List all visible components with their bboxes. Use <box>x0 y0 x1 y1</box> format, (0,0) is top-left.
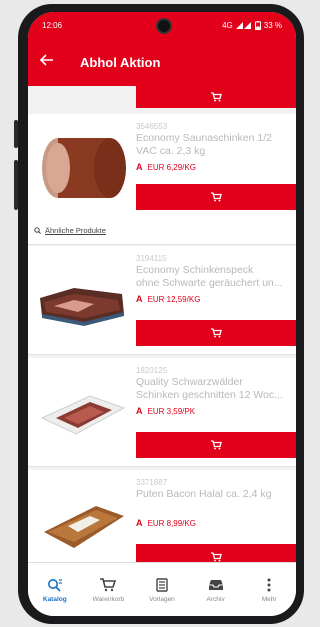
product-name[interactable]: ohne Schwarte geräuchert un... <box>136 277 292 290</box>
app-screen: 12:06 4G 33 % Abhol Aktion 3546553 Econo… <box>28 12 296 616</box>
add-to-cart-button[interactable] <box>136 544 296 562</box>
nav-katalog[interactable]: Katalog <box>28 563 82 616</box>
product-image[interactable] <box>34 366 130 452</box>
nav-archiv[interactable]: Archiv <box>189 563 243 616</box>
phone-side-button <box>14 120 18 148</box>
product-sku: 3371887 <box>136 478 168 487</box>
back-arrow-icon[interactable] <box>39 53 68 71</box>
battery-icon <box>254 20 261 30</box>
product-card[interactable]: 3371887 Puten Bacon Halal ca. 2,4 kg A E… <box>28 470 296 562</box>
similar-products-label: Ähnliche Produkte <box>45 226 106 235</box>
product-price: A EUR 12,59/KG <box>136 294 292 304</box>
product-card[interactable]: 3194115 Economy Schinkenspeck ohne Schwa… <box>28 246 296 355</box>
more-icon <box>267 578 271 591</box>
app-bar: Abhol Aktion <box>28 38 296 86</box>
product-sku: 1820125 <box>136 366 168 375</box>
cart-icon <box>210 192 222 202</box>
status-time: 12:06 <box>42 20 63 30</box>
archive-icon <box>208 579 223 590</box>
cart-icon <box>210 552 222 562</box>
product-name[interactable]: Quality Schwarzwälder <box>136 376 292 389</box>
nav-vorlagen[interactable]: Vorlagen <box>135 563 189 616</box>
similar-products-link[interactable]: Ähnliche Produkte <box>34 226 106 235</box>
promo-a-icon: A <box>136 518 143 528</box>
product-image[interactable] <box>34 122 130 208</box>
product-name[interactable]: Schinken geschnitten 12 Woc... <box>136 389 292 402</box>
product-sku: 3194115 <box>136 254 167 263</box>
product-name[interactable]: Economy Saunaschinken 1/2 <box>136 132 292 145</box>
bottom-navigation: Katalog Warenkorb Vorlagen Archiv Mehr <box>28 562 296 616</box>
search-icon <box>34 227 41 234</box>
add-to-cart-button[interactable] <box>136 184 296 210</box>
product-card[interactable]: 3546553 Economy Saunaschinken 1/2 VAC ca… <box>28 114 296 245</box>
catalog-search-icon <box>47 578 62 592</box>
nav-label: Archiv <box>206 595 225 603</box>
phone-side-button <box>14 160 18 210</box>
camera-cutout <box>156 18 172 34</box>
product-card[interactable]: 1820125 Quality Schwarzwälder Schinken g… <box>28 358 296 467</box>
page-title: Abhol Aktion <box>80 54 161 70</box>
product-name[interactable]: Puten Bacon Halal ca. 2,4 kg <box>136 488 292 501</box>
add-to-cart-button[interactable] <box>136 86 296 108</box>
add-to-cart-button[interactable] <box>136 432 296 458</box>
cart-icon <box>210 440 222 450</box>
nav-mehr[interactable]: Mehr <box>242 563 296 616</box>
price-label: EUR 8,99/KG <box>147 518 196 528</box>
cart-icon <box>100 577 117 591</box>
status-battery: 33 % <box>263 20 282 30</box>
promo-a-icon: A <box>136 162 143 172</box>
price-label: EUR 3,59/PK <box>147 406 196 416</box>
nav-warenkorb[interactable]: Warenkorb <box>82 563 136 616</box>
cart-icon <box>210 92 222 102</box>
product-name[interactable]: Economy Schinkenspeck <box>136 264 292 277</box>
price-label: EUR 6,29/KG <box>147 162 196 172</box>
status-network: 4G <box>222 20 233 30</box>
product-list[interactable]: 3546553 Economy Saunaschinken 1/2 VAC ca… <box>28 86 296 562</box>
promo-a-icon: A <box>136 406 143 416</box>
template-icon <box>156 577 168 592</box>
nav-label: Mehr <box>261 595 277 603</box>
product-name[interactable]: VAC ca. 2,3 kg <box>136 145 292 158</box>
status-indicators: 4G 33 % <box>222 20 282 30</box>
product-image[interactable] <box>34 254 130 340</box>
add-to-cart-button[interactable] <box>136 320 296 346</box>
product-price: A EUR 8,99/KG <box>136 518 292 528</box>
product-price: A EUR 6,29/KG <box>136 162 292 172</box>
product-price: A EUR 3,59/PK <box>136 406 292 416</box>
product-sku: 3546553 <box>136 122 168 131</box>
product-image[interactable] <box>34 478 130 562</box>
nav-label: Katalog <box>42 595 67 603</box>
nav-label: Warenkorb <box>92 595 125 603</box>
nav-label: Vorlagen <box>149 595 175 603</box>
signal-icon <box>235 22 251 29</box>
promo-a-icon: A <box>136 294 143 304</box>
cart-icon <box>210 328 222 338</box>
price-label: EUR 12,59/KG <box>147 294 201 304</box>
